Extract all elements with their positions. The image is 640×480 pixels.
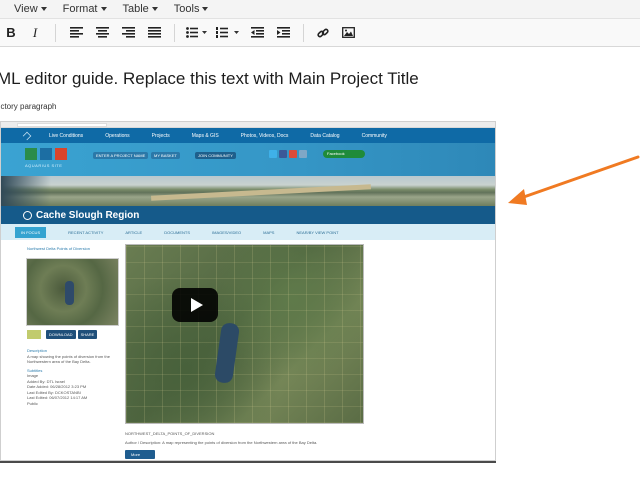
play-button[interactable]	[172, 288, 218, 322]
social-icons	[269, 150, 307, 158]
menu-view[interactable]: View	[14, 3, 47, 15]
site-nav: Live Conditions Operations Projects Maps…	[1, 128, 495, 143]
toolbar-separator	[55, 23, 56, 42]
bold-button[interactable]: B	[0, 22, 22, 44]
twitter-icon	[269, 150, 277, 158]
tab-in-focus: IN FOCUS	[15, 226, 47, 238]
chevron-down-icon	[202, 7, 209, 11]
menu-view-label: View	[14, 3, 38, 15]
link-icon	[317, 28, 329, 37]
align-right-icon	[121, 27, 135, 38]
menu-tools-label: Tools	[173, 3, 200, 15]
editor-content[interactable]: ML editor guide. Replace this text with …	[0, 47, 640, 480]
visibility: Public	[27, 400, 38, 406]
share-button: SHARE	[77, 330, 98, 339]
tab-nearby-viewpoint: NEAR/BY VIEW POINT	[296, 229, 339, 235]
video-description: Author / Description: A map representing…	[125, 440, 318, 445]
outdent-button[interactable]	[244, 22, 270, 44]
menubar: View Format Table Tools	[0, 0, 640, 18]
annotation-arrow-icon	[508, 155, 640, 205]
region-body: Northwest Delta Points of Diversion DOWN…	[1, 240, 495, 460]
italic-button[interactable]: I	[22, 22, 48, 44]
align-left-button[interactable]	[63, 22, 89, 44]
region-tabs: IN FOCUS RECENT ACTIVITY ARTICLE DOCUMEN…	[1, 224, 495, 240]
tab-images-video: IMAGES/VIDEO	[212, 229, 242, 235]
tab-documents: DOCUMENTS	[164, 229, 190, 235]
download-share-bar: DOWNLOAD SHARE	[27, 330, 98, 339]
site-nav-item: Community	[361, 132, 387, 139]
tab-article: ARTICLE	[125, 229, 143, 235]
outdent-icon	[250, 27, 264, 38]
menu-tools[interactable]: Tools	[174, 3, 209, 15]
site-header: AQUARIUS SITE ENTER A PROJECT NAME MY BA…	[1, 143, 495, 176]
basket-button: MY BASKET	[151, 152, 180, 159]
share-icon	[299, 150, 307, 158]
map-thumbnail	[26, 258, 119, 326]
video-caption: NORTHWEST_DELTA_POINTS_OF_DIVERSION	[125, 431, 215, 436]
site-search: Facebook	[323, 150, 365, 158]
project-search: ENTER A PROJECT NAME	[93, 152, 149, 159]
embedded-screenshot[interactable]: Live Conditions Operations Projects Maps…	[0, 121, 496, 461]
numbered-list-button[interactable]	[212, 22, 244, 44]
chevron-down-icon	[40, 7, 47, 11]
menu-table-label: Table	[122, 3, 149, 15]
site-nav-item: Photos, Videos, Docs	[240, 132, 289, 139]
site-nav-item: Maps & GIS	[191, 132, 219, 139]
download-button: DOWNLOAD	[46, 330, 76, 339]
more-button: More	[125, 450, 155, 459]
image-icon	[341, 27, 355, 38]
chevron-down-icon	[100, 7, 107, 11]
indent-button[interactable]	[270, 22, 296, 44]
align-left-icon	[69, 27, 83, 38]
map-water	[213, 322, 241, 384]
intro-paragraph: uctory paragraph	[0, 102, 57, 111]
aerial-banner	[1, 176, 495, 206]
home-icon	[22, 131, 32, 140]
page-title: ML editor guide. Replace this text with …	[0, 69, 419, 88]
bullet-list-button[interactable]	[182, 22, 212, 44]
site-nav-item: Operations	[105, 132, 130, 139]
align-justify-button[interactable]	[141, 22, 167, 44]
site-logo	[25, 148, 67, 160]
numbered-list-icon	[216, 27, 239, 38]
formatting-toolbar: B I	[0, 18, 640, 47]
indent-icon	[276, 27, 290, 38]
menu-format[interactable]: Format	[63, 3, 107, 15]
browser-urlbar	[1, 122, 495, 128]
region-title-bar: Cache Slough Region	[1, 206, 495, 224]
description-text: A map showing the points of diversion fr…	[27, 353, 110, 365]
align-center-button[interactable]	[89, 22, 115, 44]
align-right-button[interactable]	[115, 22, 141, 44]
menu-format-label: Format	[62, 3, 98, 15]
site-nav-item: Live Conditions	[49, 132, 84, 139]
facebook-icon	[279, 150, 287, 158]
sidebar-title: Northwest Delta Points of Diversion	[27, 246, 90, 251]
image-bottom-border	[0, 461, 496, 463]
align-justify-icon	[147, 27, 161, 38]
insert-link-button[interactable]	[311, 22, 335, 44]
globe-icon	[23, 210, 32, 220]
toolbar-separator	[303, 23, 304, 42]
insert-image-button[interactable]	[335, 22, 361, 44]
site-nav-item: Data Catalog	[310, 132, 340, 139]
chevron-down-icon	[151, 7, 158, 11]
play-icon	[190, 298, 203, 312]
url-field	[17, 123, 107, 127]
join-community-button: JOIN COMMUNITY	[195, 152, 236, 159]
menu-table[interactable]: Table	[123, 3, 158, 15]
google-plus-icon	[289, 150, 297, 158]
toolbar-separator	[174, 23, 175, 42]
file-icon	[27, 330, 41, 339]
tab-maps: MAPS	[263, 229, 275, 235]
site-logo-text: AQUARIUS SITE	[25, 163, 63, 168]
bullet-list-icon	[186, 27, 207, 38]
align-center-icon	[95, 27, 109, 38]
tab-recent-activity: RECENT ACTIVITY	[68, 229, 104, 235]
region-title: Cache Slough Region	[36, 209, 140, 221]
video-player[interactable]	[125, 244, 364, 424]
image-metadata: Description A map showing the points of …	[27, 348, 122, 406]
site-nav-item: Projects	[151, 132, 170, 139]
